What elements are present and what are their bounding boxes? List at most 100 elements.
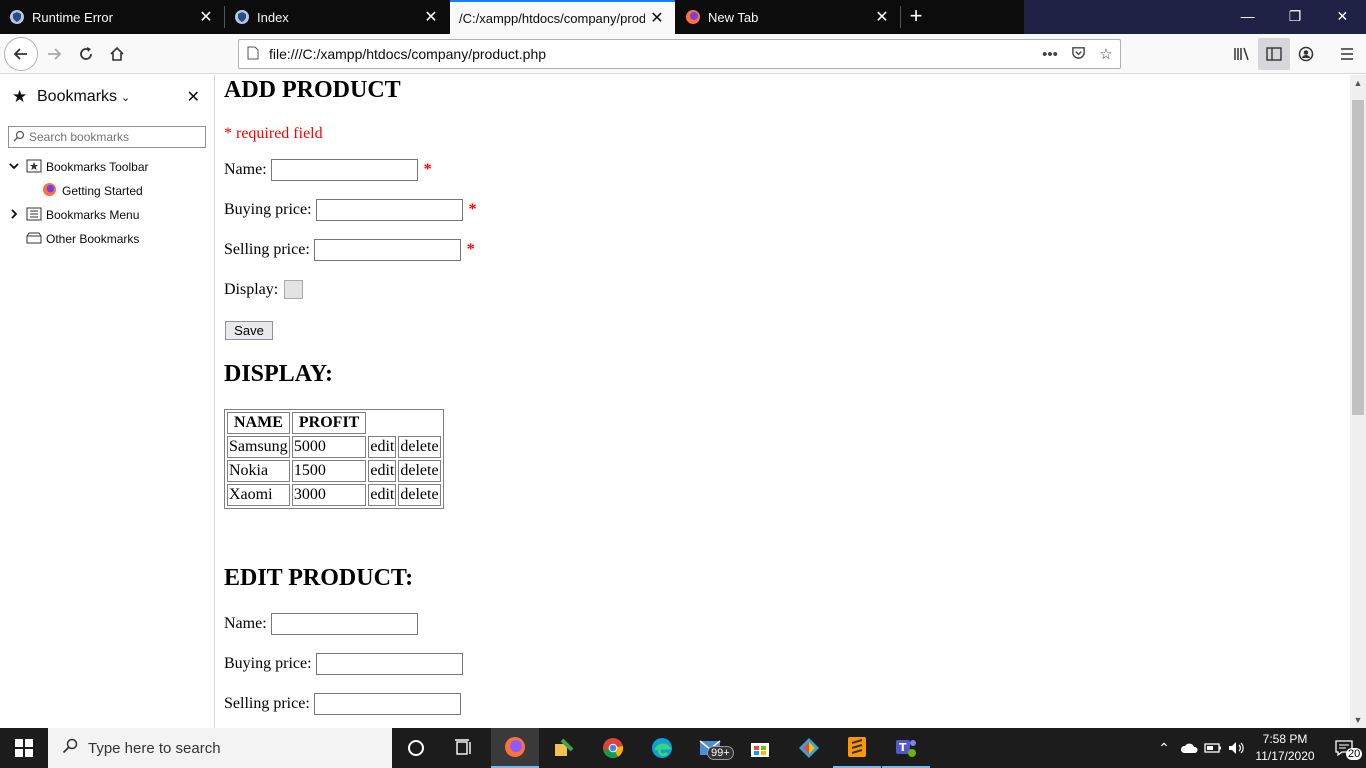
selling-price-input[interactable] xyxy=(313,239,461,261)
chevron-down-icon[interactable]: ⌄ xyxy=(121,91,130,104)
close-tab-icon[interactable]: ✕ xyxy=(870,7,894,27)
close-tab-icon[interactable]: ✕ xyxy=(419,7,443,27)
taskbar-search-placeholder: Type here to search xyxy=(88,739,221,757)
restore-button[interactable]: ❐ xyxy=(1271,0,1318,34)
account-icon xyxy=(1298,46,1314,62)
close-tab-icon[interactable]: ✕ xyxy=(645,8,669,28)
page-actions-icon[interactable]: ••• xyxy=(1036,46,1064,63)
sidebar-item-bookmarks-menu[interactable]: Bookmarks Menu xyxy=(0,204,139,226)
tab-label: /C:/xampp/htdocs/company/prod xyxy=(459,10,645,26)
notification-center-button[interactable]: 20 xyxy=(1322,728,1366,768)
taskbar-search-box[interactable]: Type here to search xyxy=(48,728,392,768)
edit-link[interactable]: edit xyxy=(368,460,397,482)
chrome-icon[interactable] xyxy=(589,728,637,768)
display-checkbox[interactable] xyxy=(284,280,304,299)
sidebar-toggle-button[interactable] xyxy=(1258,38,1290,70)
git-app-icon[interactable] xyxy=(785,728,833,768)
chevron-right-icon[interactable] xyxy=(8,208,22,223)
product-name-cell: Nokia xyxy=(227,460,290,482)
tab-new-tab[interactable]: New Tab ✕ xyxy=(676,0,900,34)
edit-link[interactable]: edit xyxy=(368,484,397,506)
window-controls: — ❐ ✕ xyxy=(1224,0,1366,34)
minimize-button[interactable]: — xyxy=(1224,0,1271,34)
chevron-down-icon[interactable] xyxy=(8,160,22,175)
home-icon xyxy=(110,46,124,61)
search-icon xyxy=(62,738,88,758)
edit-selling-price-input[interactable] xyxy=(313,693,461,715)
name-input[interactable] xyxy=(270,159,418,181)
home-button[interactable] xyxy=(101,38,133,70)
paint-app-icon[interactable] xyxy=(540,728,588,768)
delete-link[interactable]: delete xyxy=(398,484,441,506)
address-bar[interactable]: file:///C:/xampp/htdocs/company/product.… xyxy=(238,39,1121,69)
save-button[interactable]: Save xyxy=(225,321,273,340)
products-table: NAME PROFIT Samsung 5000 edit delete Nok… xyxy=(224,409,444,509)
sublime-text-icon[interactable] xyxy=(833,728,881,768)
task-view-icon[interactable] xyxy=(440,728,488,768)
battery-icon[interactable] xyxy=(1200,728,1226,768)
mail-icon[interactable]: 99+ xyxy=(687,728,735,768)
titlebar-drag-area[interactable] xyxy=(1024,0,1224,34)
delete-link[interactable]: delete xyxy=(398,460,441,482)
profit-cell: 3000 xyxy=(291,484,367,506)
back-button[interactable] xyxy=(4,37,38,71)
page-content: ADD PRODUCT * required field Name: * Buy… xyxy=(216,75,1350,728)
sidebar-item-getting-started[interactable]: Getting Started xyxy=(0,180,143,202)
edge-icon[interactable] xyxy=(638,728,686,768)
sidebar-header: ★ Bookmarks ⌄ ✕ xyxy=(0,75,214,119)
clock-time: 7:58 PM xyxy=(1262,732,1308,746)
url-text[interactable]: file:///C:/xampp/htdocs/company/product.… xyxy=(267,46,1036,62)
profit-cell: 1500 xyxy=(291,460,367,482)
vertical-scrollbar[interactable]: ▲ ▼ xyxy=(1350,75,1366,728)
close-tab-icon[interactable]: ✕ xyxy=(194,7,218,27)
add-product-heading: ADD PRODUCT xyxy=(224,77,401,103)
cortana-icon[interactable] xyxy=(392,728,440,768)
star-icon: ★ xyxy=(12,87,28,106)
required-star: * xyxy=(466,241,475,258)
sidebar-item-bookmarks-toolbar[interactable]: Bookmarks Toolbar xyxy=(0,156,149,178)
product-name-cell: Xaomi xyxy=(227,484,290,506)
chevron-up-icon[interactable]: ⌃ xyxy=(1150,728,1178,768)
required-field-note: * required field xyxy=(224,125,323,142)
column-header-profit: PROFIT xyxy=(291,412,367,434)
firefox-taskbar-icon[interactable] xyxy=(491,728,539,768)
sidebar-title[interactable]: Bookmarks xyxy=(37,88,117,106)
firefox-icon xyxy=(42,182,62,200)
teams-icon[interactable]: T xyxy=(882,728,930,768)
buying-price-input[interactable] xyxy=(315,199,463,221)
start-button[interactable] xyxy=(0,728,48,768)
reload-button[interactable] xyxy=(70,38,102,70)
tab-runtime-error[interactable]: Runtime Error ✕ xyxy=(0,0,224,34)
menu-button[interactable] xyxy=(1331,38,1363,70)
tab-index[interactable]: Index ✕ xyxy=(225,0,449,34)
onedrive-icon[interactable] xyxy=(1176,728,1202,768)
close-sidebar-icon[interactable]: ✕ xyxy=(187,87,200,107)
bookmark-star-icon[interactable]: ☆ xyxy=(1092,45,1120,63)
arrow-left-icon xyxy=(13,48,27,60)
scrollbar-thumb[interactable] xyxy=(1352,100,1364,415)
notification-count-badge: 20 xyxy=(1346,748,1363,760)
edit-link[interactable]: edit xyxy=(368,436,397,458)
account-button[interactable] xyxy=(1290,38,1322,70)
edit-name-input[interactable] xyxy=(270,613,418,635)
pocket-icon[interactable] xyxy=(1064,45,1092,64)
tab-label: Index xyxy=(257,9,289,25)
scroll-down-arrow-icon[interactable]: ▼ xyxy=(1350,712,1366,728)
search-bookmarks-input[interactable]: Search bookmarks xyxy=(8,126,206,148)
edit-buying-price-input[interactable] xyxy=(315,653,463,675)
volume-icon[interactable] xyxy=(1224,728,1250,768)
sidebar-item-label: Bookmarks Toolbar xyxy=(46,160,149,174)
new-tab-button[interactable]: + xyxy=(902,0,930,34)
forward-button[interactable] xyxy=(38,38,70,70)
store-icon[interactable] xyxy=(736,728,784,768)
mail-badge: 99+ xyxy=(707,746,734,760)
library-button[interactable] xyxy=(1226,38,1258,70)
sidebar-item-other-bookmarks[interactable]: Other Bookmarks xyxy=(0,228,139,250)
tab-strip: Runtime Error ✕ Index ✕ /C:/xampp/htdocs… xyxy=(0,0,1366,34)
hamburger-icon xyxy=(1341,48,1353,60)
tab-product-php[interactable]: /C:/xampp/htdocs/company/prod ✕ xyxy=(450,0,675,34)
scroll-up-arrow-icon[interactable]: ▲ xyxy=(1350,75,1366,91)
delete-link[interactable]: delete xyxy=(398,436,441,458)
system-clock[interactable]: 7:58 PM 11/17/2020 xyxy=(1250,731,1320,765)
close-window-button[interactable]: ✕ xyxy=(1319,0,1366,34)
